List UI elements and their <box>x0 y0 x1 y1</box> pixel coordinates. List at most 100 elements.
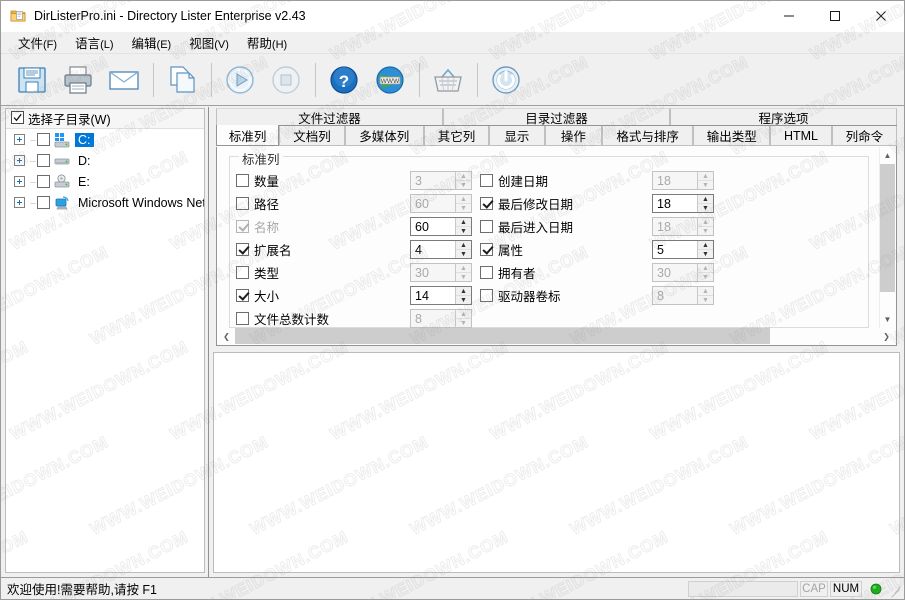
stepper-up-icon[interactable]: ▲ <box>698 218 713 227</box>
expand-plus-icon[interactable] <box>14 176 25 187</box>
menu-item-language[interactable]: 语言(L) <box>66 31 122 54</box>
maximize-button[interactable] <box>812 1 858 32</box>
option-row-accessed-date[interactable]: 最后进入日期 <box>480 215 573 238</box>
extension-width-stepper[interactable]: 4 ▲ ▼ <box>410 240 472 259</box>
owner-width-stepper[interactable]: 30 ▲ ▼ <box>652 263 714 282</box>
tab-group-program-options[interactable]: 程序选项 <box>670 108 897 126</box>
tree-item-checkbox[interactable] <box>37 196 50 209</box>
tree-item-checkbox[interactable] <box>37 175 50 188</box>
tab-operations[interactable]: 操作 <box>544 126 603 146</box>
stepper-up-icon[interactable]: ▲ <box>456 310 471 319</box>
count-checkbox[interactable] <box>236 174 249 187</box>
copy-pages-icon[interactable] <box>161 59 203 101</box>
stepper-up-icon[interactable]: ▲ <box>698 264 713 273</box>
accessed-date-checkbox[interactable] <box>480 220 493 233</box>
select-subdirectories-checkbox[interactable] <box>11 110 24 127</box>
select-subdirectories-row[interactable]: 选择子目录(W) <box>6 109 204 129</box>
tab-format-and-sort[interactable]: 格式与排序 <box>602 126 694 146</box>
stepper-down-icon[interactable]: ▼ <box>698 273 713 281</box>
accessed-date-width-stepper[interactable]: 18 ▲ ▼ <box>652 217 714 236</box>
tree-item-checkbox[interactable] <box>37 133 50 146</box>
stepper-arrows[interactable]: ▲ ▼ <box>455 264 471 281</box>
stepper-up-icon[interactable]: ▲ <box>698 172 713 181</box>
stepper-up-icon[interactable]: ▲ <box>698 195 713 204</box>
tree-item-c-drive[interactable]: ··· C: <box>6 129 204 150</box>
option-row-attributes[interactable]: 属性 <box>480 238 573 261</box>
horizontal-scrollbar[interactable]: ❮ ❯ <box>218 328 895 344</box>
size-width-stepper[interactable]: 14 ▲ ▼ <box>410 286 472 305</box>
stepper-down-icon[interactable]: ▼ <box>456 273 471 281</box>
option-row-extension[interactable]: 扩展名 <box>236 238 329 261</box>
option-row-size[interactable]: 大小 <box>236 284 329 307</box>
path-width-stepper[interactable]: 60 ▲ ▼ <box>410 194 472 213</box>
stepper-down-icon[interactable]: ▼ <box>456 319 471 327</box>
stepper-down-icon[interactable]: ▼ <box>456 227 471 235</box>
stepper-down-icon[interactable]: ▼ <box>456 296 471 304</box>
option-row-drive-label[interactable]: 驱动器卷标 <box>480 284 573 307</box>
horizontal-scroll-thumb[interactable] <box>235 328 770 344</box>
stepper-up-icon[interactable]: ▲ <box>698 241 713 250</box>
stepper-down-icon[interactable]: ▼ <box>698 227 713 235</box>
stepper-up-icon[interactable]: ▲ <box>456 172 471 181</box>
type-width-stepper[interactable]: 30 ▲ ▼ <box>410 263 472 282</box>
panel-splitter[interactable] <box>206 107 212 577</box>
stepper-up-icon[interactable]: ▲ <box>698 287 713 296</box>
stepper-up-icon[interactable]: ▲ <box>456 287 471 296</box>
stepper-down-icon[interactable]: ▼ <box>698 204 713 212</box>
web-globe-icon[interactable]: WWW <box>369 59 411 101</box>
stepper-arrows[interactable]: ▲ ▼ <box>697 287 713 304</box>
option-row-path[interactable]: 路径 <box>236 192 329 215</box>
tab-standard-columns[interactable]: 标准列 <box>216 125 280 146</box>
tab-document-columns[interactable]: 文档列 <box>279 126 345 146</box>
play-start-icon[interactable] <box>219 59 261 101</box>
stepper-down-icon[interactable]: ▼ <box>456 250 471 258</box>
created-date-width-stepper[interactable]: 18 ▲ ▼ <box>652 171 714 190</box>
file-list-area[interactable] <box>213 352 900 573</box>
modified-date-checkbox[interactable] <box>480 197 493 210</box>
stop-icon[interactable] <box>265 59 307 101</box>
stepper-down-icon[interactable]: ▼ <box>456 204 471 212</box>
tree-item-checkbox[interactable] <box>37 154 50 167</box>
option-row-type[interactable]: 类型 <box>236 261 329 284</box>
tab-multimedia-columns[interactable]: 多媒体列 <box>344 126 424 146</box>
tab-html[interactable]: HTML <box>770 126 832 146</box>
print-icon[interactable] <box>57 59 99 101</box>
stepper-arrows[interactable]: ▲ ▼ <box>455 172 471 189</box>
scroll-down-icon[interactable]: ▼ <box>880 311 895 328</box>
stepper-up-icon[interactable]: ▲ <box>456 264 471 273</box>
stepper-arrows[interactable]: ▲ ▼ <box>697 172 713 189</box>
tree-item-d-drive[interactable]: ··· D: <box>6 150 204 171</box>
count-width-stepper[interactable]: 3 ▲ ▼ <box>410 171 472 190</box>
menu-item-edit[interactable]: 编辑(E) <box>123 31 181 54</box>
resize-grip[interactable] <box>888 582 902 596</box>
expand-plus-icon[interactable] <box>14 134 25 145</box>
vertical-scroll-track[interactable] <box>880 164 895 311</box>
stepper-up-icon[interactable]: ▲ <box>456 218 471 227</box>
scroll-left-icon[interactable]: ❮ <box>218 328 235 344</box>
created-date-checkbox[interactable] <box>480 174 493 187</box>
total-file-count-width-stepper[interactable]: 8 ▲ ▼ <box>410 309 472 328</box>
stepper-down-icon[interactable]: ▼ <box>456 181 471 189</box>
stepper-arrows[interactable]: ▲ ▼ <box>697 241 713 258</box>
stepper-arrows[interactable]: ▲ ▼ <box>455 218 471 235</box>
scroll-up-icon[interactable]: ▲ <box>880 147 895 164</box>
size-checkbox[interactable] <box>236 289 249 302</box>
tab-group-directory-filter[interactable]: 目录过滤器 <box>443 108 670 126</box>
tab-column-commands[interactable]: 列命令 <box>831 126 898 146</box>
scroll-right-icon[interactable]: ❯ <box>878 328 895 344</box>
shopping-basket-icon[interactable] <box>427 59 469 101</box>
stepper-arrows[interactable]: ▲ ▼ <box>455 241 471 258</box>
option-row-created-date[interactable]: 创建日期 <box>480 169 573 192</box>
close-button[interactable] <box>858 1 904 32</box>
stepper-down-icon[interactable]: ▼ <box>698 250 713 258</box>
tree-item-e-drive[interactable]: ··· E: <box>6 171 204 192</box>
total-file-count-checkbox[interactable] <box>236 312 249 325</box>
horizontal-scroll-track[interactable] <box>235 328 878 344</box>
drive-label-checkbox[interactable] <box>480 289 493 302</box>
tab-other-columns[interactable]: 其它列 <box>423 126 490 146</box>
owner-checkbox[interactable] <box>480 266 493 279</box>
drive-label-width-stepper[interactable]: 8 ▲ ▼ <box>652 286 714 305</box>
type-checkbox[interactable] <box>236 266 249 279</box>
expand-plus-icon[interactable] <box>14 155 25 166</box>
email-envelope-icon[interactable] <box>103 59 145 101</box>
